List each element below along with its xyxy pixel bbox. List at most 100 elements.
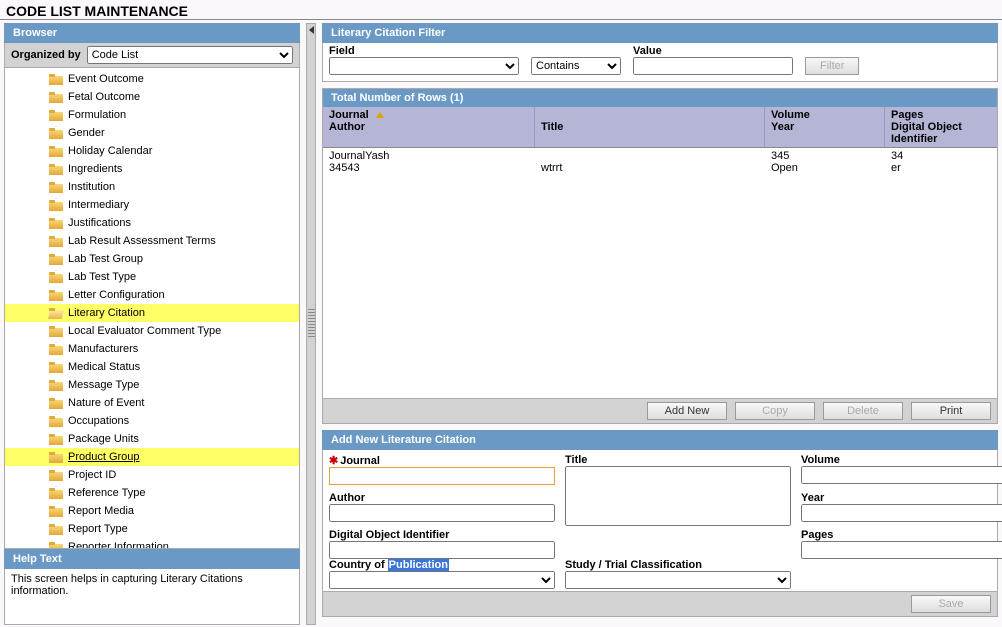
browser-tree[interactable]: Event OutcomeFetal Outcome Formulation Gen…: [4, 68, 300, 549]
tree-item-label: Letter Configuration: [68, 289, 165, 301]
folder-icon: [49, 74, 63, 85]
tree-item-label: Package Units: [68, 433, 139, 445]
tree-item-label: Gender: [68, 127, 105, 139]
tree-item-label: Reference Type: [68, 487, 145, 499]
tree-item-label: Institution: [68, 181, 115, 193]
filter-operator-select[interactable]: Contains: [531, 57, 621, 75]
tree-item-label: Lab Result Assessment Terms: [68, 235, 216, 247]
form-panel-header: Add New Literature Citation: [322, 430, 998, 450]
folder-icon: [49, 164, 63, 175]
filter-button[interactable]: Filter: [805, 57, 859, 75]
tree-item-label: Report Media: [68, 505, 134, 517]
tree-item[interactable]: Product Group: [5, 448, 299, 466]
volume-label: Volume: [801, 454, 1002, 466]
study-select[interactable]: [565, 571, 791, 589]
folder-icon: [49, 344, 63, 355]
tree-item[interactable]: Report Type: [5, 520, 299, 538]
folder-icon: [49, 524, 63, 535]
tree-item[interactable]: Report Media: [5, 502, 299, 520]
author-input[interactable]: [329, 504, 555, 522]
tree-item-label: Lab Test Type: [68, 271, 136, 283]
tree-item[interactable]: Manufacturers: [5, 340, 299, 358]
tree-item[interactable]: Project ID: [5, 466, 299, 484]
folder-icon: [49, 218, 63, 229]
copy-button[interactable]: Copy: [735, 402, 815, 420]
col-volume[interactable]: Volume: [771, 109, 810, 121]
col-doi[interactable]: Digital Object Identifier: [891, 121, 962, 145]
col-journal[interactable]: Journal: [329, 109, 369, 121]
print-button[interactable]: Print: [911, 402, 991, 420]
tree-item[interactable]: Reference Type: [5, 484, 299, 502]
tree-item[interactable]: Package Units: [5, 430, 299, 448]
add-new-button[interactable]: Add New: [647, 402, 727, 420]
tree-item-label: Medical Status: [68, 361, 140, 373]
folder-icon: [49, 200, 63, 211]
tree-item[interactable]: Lab Test Type: [5, 268, 299, 286]
grid-body[interactable]: JournalYash34543wtrrt345Open34er: [323, 148, 997, 398]
folder-icon: [49, 254, 63, 265]
author-label: Author: [329, 492, 555, 504]
sort-asc-icon: [376, 112, 384, 118]
folder-icon: [49, 362, 63, 373]
col-author[interactable]: Author: [329, 121, 365, 133]
grip-icon: [308, 309, 315, 339]
tree-item-label: Product Group: [68, 451, 140, 463]
folder-icon: [49, 308, 63, 319]
journal-input[interactable]: [329, 467, 555, 485]
tree-item[interactable]: Institution: [5, 178, 299, 196]
page-title: CODE LIST MAINTENANCE: [0, 0, 1002, 20]
tree-item-label: Formulation: [68, 109, 126, 121]
folder-icon: [49, 272, 63, 283]
folder-icon: [49, 92, 63, 103]
journal-label: ✱Journal: [329, 454, 555, 467]
tree-item[interactable]: Nature of Event: [5, 394, 299, 412]
col-pages[interactable]: Pages: [891, 109, 923, 121]
folder-icon: [49, 110, 63, 121]
filter-field-select[interactable]: [329, 57, 519, 75]
organized-by-select[interactable]: Code List: [87, 46, 293, 64]
country-select[interactable]: [329, 571, 555, 589]
col-title[interactable]: Title: [541, 121, 563, 133]
tree-item[interactable]: Intermediary: [5, 196, 299, 214]
tree-item[interactable]: Fetal Outcome: [5, 88, 299, 106]
tree-item[interactable]: Reporter Information: [5, 538, 299, 549]
country-label: Country of Publication: [329, 559, 555, 571]
tree-item[interactable]: Formulation: [5, 106, 299, 124]
folder-icon: [49, 146, 63, 157]
study-label: Study / Trial Classification: [565, 559, 791, 571]
tree-item[interactable]: Medical Status: [5, 358, 299, 376]
filter-value-input[interactable]: [633, 57, 793, 75]
tree-item[interactable]: Lab Result Assessment Terms: [5, 232, 299, 250]
folder-icon: [49, 398, 63, 409]
required-icon: ✱: [329, 455, 338, 467]
tree-item[interactable]: Gender: [5, 124, 299, 142]
tree-item[interactable]: Event Outcome: [5, 70, 299, 88]
volume-input[interactable]: [801, 466, 1002, 484]
tree-item-label: Justifications: [68, 217, 131, 229]
tree-item[interactable]: Occupations: [5, 412, 299, 430]
delete-button[interactable]: Delete: [823, 402, 903, 420]
filter-field-label: Field: [329, 45, 519, 57]
tree-item[interactable]: Holiday Calendar: [5, 142, 299, 160]
doi-input[interactable]: [329, 541, 555, 559]
help-panel-header: Help Text: [4, 549, 300, 569]
tree-item[interactable]: Justifications: [5, 214, 299, 232]
tree-item[interactable]: Message Type: [5, 376, 299, 394]
tree-item[interactable]: Literary Citation: [5, 304, 299, 322]
save-button[interactable]: Save: [911, 595, 991, 613]
folder-icon: [49, 542, 63, 550]
tree-item[interactable]: Ingredients: [5, 160, 299, 178]
tree-item-label: Intermediary: [68, 199, 129, 211]
tree-item[interactable]: Local Evaluator Comment Type: [5, 322, 299, 340]
collapse-sidebar-handle[interactable]: [306, 23, 316, 625]
year-input[interactable]: [801, 504, 1002, 522]
tree-item[interactable]: Lab Test Group: [5, 250, 299, 268]
title-input[interactable]: [565, 466, 791, 526]
folder-icon: [49, 290, 63, 301]
pages-input[interactable]: [801, 541, 1002, 559]
folder-icon: [49, 128, 63, 139]
col-year[interactable]: Year: [771, 121, 794, 133]
table-row[interactable]: JournalYash34543wtrrt345Open34er: [323, 148, 997, 176]
tree-item[interactable]: Letter Configuration: [5, 286, 299, 304]
tree-item-label: Local Evaluator Comment Type: [68, 325, 221, 337]
